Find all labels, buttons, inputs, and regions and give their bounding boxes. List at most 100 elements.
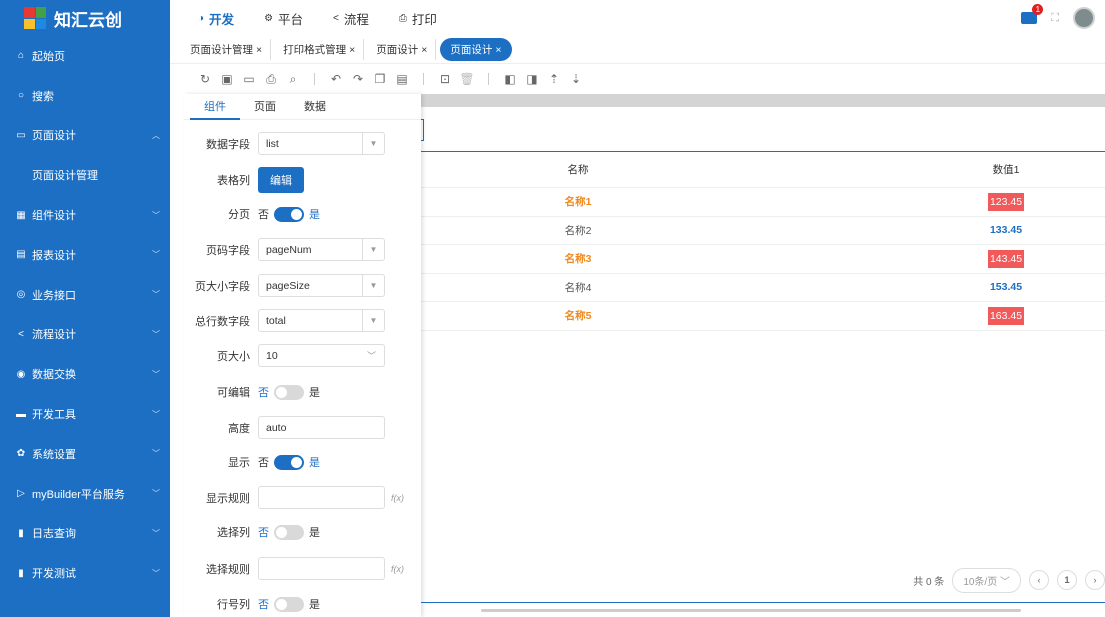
- close-icon[interactable]: ×: [256, 44, 262, 56]
- page-size-field-select[interactable]: pageSize ▼: [258, 274, 385, 297]
- undo-icon[interactable]: ↶: [325, 72, 347, 86]
- page-tab-0[interactable]: 页面设计管理 ×: [182, 39, 272, 60]
- top-tab-2[interactable]: < 流程: [323, 9, 379, 28]
- prev-page-button[interactable]: ‹: [1029, 570, 1049, 590]
- page-size-row: 页大小 10 ﹀: [184, 344, 385, 367]
- paging-toggle[interactable]: [274, 206, 304, 222]
- sidebar-item-11[interactable]: ▷ myBuilder平台服务 ﹀: [0, 474, 170, 514]
- sidebar-item-6[interactable]: ◎ 业务接口 ﹀: [0, 275, 170, 315]
- open-folder-icon[interactable]: ▭: [238, 72, 260, 86]
- rownum-col-toggle[interactable]: [274, 596, 304, 612]
- data-field-select[interactable]: list ▼: [258, 132, 385, 155]
- message-icon[interactable]: 1: [1021, 4, 1044, 24]
- table-col-label: 表格列: [217, 175, 250, 187]
- page-tab-2[interactable]: 页面设计 ×: [368, 39, 437, 60]
- top-tab-label: 打印: [411, 12, 437, 27]
- page-size-select[interactable]: 10条/页 ﹀: [952, 567, 1021, 593]
- editable-row: 可编辑 否是: [184, 384, 320, 400]
- table-row[interactable]: 名称4 153.45: [421, 274, 1105, 302]
- sidebar-item-5[interactable]: ▤ 报表设计 ﹀: [0, 235, 170, 275]
- select-col-toggle[interactable]: [274, 524, 304, 540]
- avatar[interactable]: [1073, 7, 1095, 29]
- horizontal-scrollbar[interactable]: [481, 609, 1021, 612]
- close-icon[interactable]: ×: [421, 44, 427, 56]
- close-icon[interactable]: ×: [495, 44, 501, 56]
- close-icon[interactable]: ×: [349, 44, 355, 56]
- formula-icon[interactable]: f(x): [391, 564, 404, 574]
- table-row[interactable]: 名称3 143.45: [421, 245, 1105, 274]
- print-icon[interactable]: ⎙: [260, 72, 282, 87]
- refresh-icon[interactable]: ↻: [194, 72, 216, 86]
- page-size-field-row: 页大小字段 pageSize ▼: [184, 274, 385, 297]
- page-tab-1[interactable]: 打印格式管理 ×: [275, 39, 365, 60]
- tag-icon: ▷: [17, 488, 25, 500]
- next-page-button[interactable]: ›: [1085, 570, 1105, 590]
- save-icon[interactable]: ▣: [216, 72, 238, 86]
- top-tab-1[interactable]: ⚙ 平台: [254, 9, 313, 28]
- sidebar-item-0[interactable]: ⌂ 起始页: [0, 36, 170, 76]
- tab-page[interactable]: 页面: [240, 94, 290, 120]
- insert-icon[interactable]: ⊡: [434, 72, 456, 86]
- chevron-down-icon: ﹀: [366, 351, 376, 361]
- rownum-col-switch[interactable]: 否是: [258, 596, 320, 612]
- cell-value1-wrap: 133.45: [981, 224, 1031, 236]
- sidebar-item-7[interactable]: < 流程设计 ﹀: [0, 315, 170, 355]
- page-size-select[interactable]: 10 ﹀: [258, 344, 385, 367]
- preview-icon[interactable]: ⌕: [282, 72, 304, 87]
- fullscreen-icon[interactable]: ⛶: [1051, 12, 1059, 25]
- height-input[interactable]: auto: [258, 416, 385, 439]
- sidebar-item-12[interactable]: ▮ 日志查询 ﹀: [0, 514, 170, 554]
- preview-table[interactable]: 名称 数值1 名称1 123.45 名称2 133.45 名称3 143.45 名称4 153…: [421, 151, 1105, 331]
- total-field-select[interactable]: total ▼: [258, 309, 385, 332]
- show-rule-input[interactable]: [258, 486, 385, 509]
- top-tab-0[interactable]: ◑ 开发: [188, 9, 244, 28]
- visible-switch[interactable]: 否是: [258, 454, 320, 470]
- select-col-switch[interactable]: 否是: [258, 524, 320, 540]
- top-tab-label: 平台: [278, 12, 304, 27]
- chevron-icon: ︿: [152, 130, 160, 140]
- visible-toggle[interactable]: [274, 454, 304, 470]
- cell-value1-wrap: 163.45: [981, 306, 1031, 325]
- edit-columns-button[interactable]: 编辑: [258, 167, 304, 193]
- sidebar-item-2[interactable]: ▭ 页面设计 ︿: [0, 116, 170, 156]
- paste-icon[interactable]: ▤: [391, 72, 413, 86]
- table-row[interactable]: 名称5 163.45: [421, 302, 1105, 331]
- editable-switch[interactable]: 否是: [258, 384, 320, 400]
- page-num-select[interactable]: pageNum ▼: [258, 238, 385, 261]
- move-down-icon[interactable]: ⇣: [565, 72, 587, 86]
- bring-front-icon[interactable]: ◧: [499, 72, 521, 86]
- design-canvas[interactable]: 名称 数值1 名称1 123.45 名称2 133.45 名称3 143.45 名称4 153…: [421, 107, 1105, 617]
- editable-toggle[interactable]: [274, 384, 304, 400]
- sidebar-item-label: 起始页: [32, 50, 65, 63]
- top-tab-3[interactable]: ⎙ 打印: [389, 9, 447, 28]
- select-rule-label: 选择规则: [206, 563, 250, 576]
- page-size-field-label: 页大小字段: [195, 280, 250, 293]
- sidebar-item-10[interactable]: ✿ 系统设置 ﹀: [0, 434, 170, 474]
- table-row[interactable]: 名称1 123.45: [421, 188, 1105, 217]
- tab-component[interactable]: 组件: [190, 94, 240, 120]
- cell-value1: 153.45: [989, 281, 1023, 294]
- redo-icon[interactable]: ↷: [347, 72, 369, 86]
- sidebar-item-3[interactable]: 页面设计管理: [0, 155, 170, 195]
- sidebar-item-1[interactable]: ○ 搜索: [0, 76, 170, 116]
- sidebar-item-label: 开发测试: [32, 568, 76, 581]
- formula-icon[interactable]: f(x): [391, 493, 404, 503]
- copy-icon[interactable]: ❐: [369, 72, 391, 86]
- sidebar-item-13[interactable]: ▮ 开发测试 ﹀: [0, 553, 170, 593]
- send-back-icon[interactable]: ◨: [521, 72, 543, 86]
- page-number-button[interactable]: 1: [1057, 570, 1077, 590]
- move-up-icon[interactable]: ⇡: [543, 72, 565, 86]
- tab-data[interactable]: 数据: [290, 94, 340, 120]
- sidebar-item-8[interactable]: ◉ 数据交换 ﹀: [0, 354, 170, 394]
- sidebar-item-label: 系统设置: [32, 448, 76, 461]
- sidebar-item-4[interactable]: ▦ 组件设计 ﹀: [0, 195, 170, 235]
- delete-icon[interactable]: 🗑: [456, 72, 478, 86]
- select-rule-input[interactable]: [258, 557, 385, 580]
- page-tab-3[interactable]: 页面设计 ×: [440, 38, 512, 61]
- chevron-icon: ﹀: [152, 528, 160, 538]
- toolbar-divider: [488, 73, 489, 85]
- sidebar-item-9[interactable]: ▬ 开发工具 ﹀: [0, 394, 170, 434]
- sidebar-item-label: 页面设计管理: [32, 170, 98, 183]
- table-row[interactable]: 名称2 133.45: [421, 217, 1105, 245]
- paging-switch[interactable]: 否是: [258, 206, 320, 222]
